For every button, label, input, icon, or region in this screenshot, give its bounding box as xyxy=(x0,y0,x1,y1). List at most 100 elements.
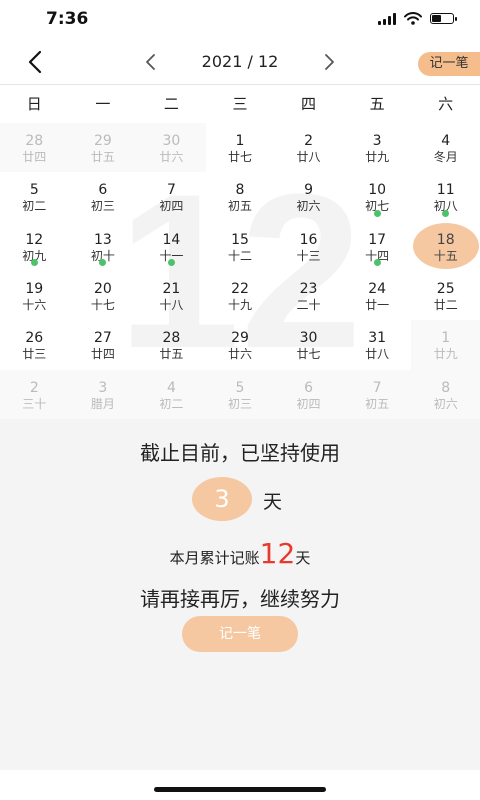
calendar-day[interactable]: 7 初五 xyxy=(342,369,412,419)
status-icons xyxy=(378,12,457,25)
calendar-day[interactable]: 24 廿一 xyxy=(343,271,412,320)
add-record-button[interactable]: 记一笔 xyxy=(182,616,298,652)
weekday-label: 四 xyxy=(301,95,317,113)
lunar-date: 廿四 xyxy=(90,347,115,362)
calendar-day[interactable]: 17 十四 xyxy=(343,222,412,271)
lunar-date: 十二 xyxy=(227,248,252,263)
home-indicator xyxy=(154,787,326,792)
lunar-date: 初五 xyxy=(227,199,252,214)
calendar-day[interactable]: 6 初三 xyxy=(69,172,138,221)
add-record-top-button[interactable]: 记一笔 xyxy=(418,52,480,76)
nav-bar: 2021 / 12 记一笔 xyxy=(0,40,480,85)
calendar-day[interactable]: 28 廿四 xyxy=(0,123,69,173)
day-number: 7 xyxy=(166,182,176,199)
calendar: 12 28 廿四 29 廿五 30 廿六 1 廿七 2 廿八 3 廿九 4 冬月 5 初二 6 初三 7 初四 8 初五 9… xyxy=(0,123,480,419)
day-number: 17 xyxy=(368,231,387,248)
lunar-date: 十五 xyxy=(433,248,458,263)
calendar-day[interactable]: 30 廿六 xyxy=(137,123,206,173)
calendar-day[interactable]: 21 十八 xyxy=(137,271,206,320)
day-number: 24 xyxy=(368,280,387,297)
calendar-day[interactable]: 29 廿五 xyxy=(68,123,138,173)
weekday-label: 一 xyxy=(95,95,111,113)
month-count-value: 12 xyxy=(259,537,296,570)
lunar-date: 十九 xyxy=(227,297,252,312)
day-number: 6 xyxy=(304,379,314,396)
calendar-day[interactable]: 5 初三 xyxy=(205,369,275,419)
calendar-day[interactable]: 26 廿三 xyxy=(0,320,69,369)
calendar-day[interactable]: 3 廿九 xyxy=(343,123,412,172)
day-number: 16 xyxy=(299,231,318,248)
day-number: 2 xyxy=(304,133,314,149)
prev-month-icon[interactable] xyxy=(140,51,162,73)
lunar-date: 初二 xyxy=(22,199,47,214)
record-dot xyxy=(99,258,107,266)
calendar-day[interactable]: 25 廿二 xyxy=(411,271,480,320)
lunar-date: 十六 xyxy=(22,297,47,312)
calendar-day[interactable]: 20 十七 xyxy=(69,271,138,320)
calendar-day[interactable]: 22 十九 xyxy=(206,271,275,320)
lunar-date: 十八 xyxy=(159,297,184,312)
calendar-day[interactable]: 29 廿六 xyxy=(206,320,275,369)
lunar-date: 初五 xyxy=(365,396,390,411)
calendar-day[interactable]: 4 冬月 xyxy=(411,123,480,172)
calendar-day[interactable]: 19 十六 xyxy=(0,271,69,320)
calendar-day[interactable]: 4 初二 xyxy=(137,369,206,419)
calendar-day[interactable]: 30 廿七 xyxy=(274,320,343,369)
calendar-day[interactable]: 9 初六 xyxy=(274,172,343,221)
lunar-date: 十七 xyxy=(90,297,115,312)
lunar-date: 三十 xyxy=(22,396,47,411)
bottom-area xyxy=(0,770,480,800)
calendar-day[interactable]: 2 廿八 xyxy=(274,123,343,172)
month-count-line: 本月累计记账12天 xyxy=(0,537,480,570)
next-month-icon[interactable] xyxy=(318,51,340,73)
battery-level xyxy=(432,15,441,22)
calendar-grid: 28 廿四 29 廿五 30 廿六 1 廿七 2 廿八 3 廿九 4 冬月 5 初二 6 初三 7 初四 8 初五 9 初六 1… xyxy=(0,123,480,419)
day-number: 8 xyxy=(441,379,451,396)
day-number: 2 xyxy=(29,379,39,396)
calendar-day[interactable]: 8 初六 xyxy=(411,369,480,419)
lunar-date: 初三 xyxy=(227,396,252,411)
calendar-day[interactable]: 8 初五 xyxy=(206,172,275,221)
lunar-date: 初四 xyxy=(159,199,184,214)
back-arrow-icon[interactable] xyxy=(22,48,50,76)
calendar-day[interactable]: 5 初二 xyxy=(0,172,69,221)
calendar-day[interactable]: 31 廿八 xyxy=(343,320,412,369)
calendar-day[interactable]: 2 三十 xyxy=(0,369,69,419)
lunar-date: 廿八 xyxy=(365,347,390,362)
weekday-label: 六 xyxy=(438,95,454,113)
day-number: 29 xyxy=(93,133,112,149)
lunar-date: 廿一 xyxy=(365,297,390,312)
days-count-badge: 3 xyxy=(192,477,252,521)
calendar-day[interactable]: 13 初十 xyxy=(69,222,138,271)
calendar-day-today[interactable]: 18 十五 xyxy=(411,222,480,271)
status-bar: 7:36 xyxy=(0,0,480,40)
calendar-day[interactable]: 15 十二 xyxy=(206,222,275,271)
lunar-date: 廿七 xyxy=(296,347,321,362)
day-number: 6 xyxy=(98,182,108,199)
calendar-day[interactable]: 6 初四 xyxy=(274,369,343,419)
day-number: 4 xyxy=(441,133,451,149)
calendar-day[interactable]: 7 初四 xyxy=(137,172,206,221)
calendar-day[interactable]: 10 初七 xyxy=(343,172,412,221)
lunar-date: 冬月 xyxy=(433,150,458,164)
lunar-date: 廿六 xyxy=(159,150,184,164)
calendar-day[interactable]: 27 廿四 xyxy=(69,320,138,369)
calendar-day[interactable]: 1 廿九 xyxy=(411,320,480,370)
day-number: 12 xyxy=(25,231,44,248)
calendar-day[interactable]: 1 廿七 xyxy=(206,123,275,172)
day-number: 31 xyxy=(368,330,387,347)
calendar-day[interactable]: 23 二十 xyxy=(274,271,343,320)
day-number: 10 xyxy=(368,182,387,199)
calendar-day[interactable]: 11 初八 xyxy=(411,172,480,221)
calendar-day[interactable]: 16 十三 xyxy=(274,222,343,271)
day-number: 23 xyxy=(299,280,318,297)
day-number: 8 xyxy=(235,182,245,199)
weekday-label: 五 xyxy=(369,95,385,113)
calendar-day[interactable]: 3 腊月 xyxy=(68,369,138,419)
calendar-day[interactable]: 14 十一 xyxy=(137,222,206,271)
month-title: 2021 / 12 xyxy=(201,52,279,71)
summary-panel: 截止目前，已坚持使用 3 天 本月累计记账12天 请再接再厉，继续努力 记一笔 xyxy=(0,419,480,770)
calendar-day[interactable]: 12 初九 xyxy=(0,222,69,271)
calendar-day[interactable]: 28 廿五 xyxy=(137,320,206,369)
day-number: 28 xyxy=(25,133,44,149)
